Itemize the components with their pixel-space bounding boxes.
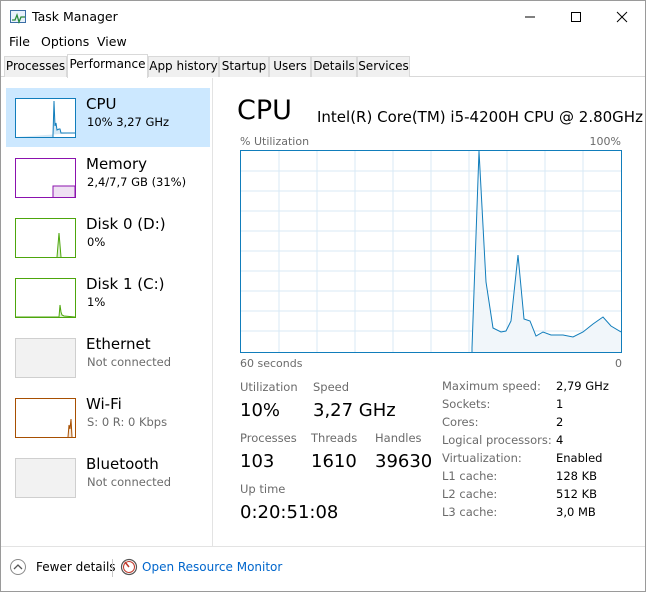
tab-services[interactable]: Services	[357, 56, 410, 77]
sidebar-disk1-sub: 1%	[87, 295, 106, 309]
sidebar-item-disk-1[interactable]: Disk 1 (C:) 1%	[6, 268, 210, 327]
window-title: Task Manager	[32, 9, 118, 24]
utilization-label: Utilization	[240, 380, 298, 394]
handles-label: Handles	[375, 431, 422, 445]
sidebar-ethernet-sub: Not connected	[87, 355, 172, 369]
wifi-mini-graph	[15, 398, 76, 438]
fewer-details-button[interactable]: Fewer details	[36, 560, 116, 574]
graph-x-right-label: 0	[615, 357, 622, 370]
page-title: CPU	[237, 95, 292, 126]
threads-label: Threads	[311, 431, 358, 445]
close-icon	[616, 11, 628, 23]
spec-label-virtualization: Virtualization:	[442, 451, 522, 465]
disk1-mini-graph	[15, 278, 76, 318]
processes-label: Processes	[240, 431, 297, 445]
sidebar-ethernet-title: Ethernet	[86, 335, 151, 353]
tab-processes[interactable]: Processes	[4, 56, 67, 77]
tab-startup[interactable]: Startup	[219, 56, 269, 77]
tab-performance[interactable]: Performance	[67, 54, 148, 78]
minimize-icon	[525, 16, 535, 18]
menu-view[interactable]: View	[97, 34, 127, 49]
maximize-icon	[571, 12, 581, 22]
spec-value-sockets: 1	[556, 397, 564, 411]
sidebar-wifi-sub: S: 0 R: 0 Kbps	[87, 415, 168, 429]
sidebar-cpu-title: CPU	[86, 95, 117, 113]
sidebar-item-cpu[interactable]: CPU 10% 3,27 GHz	[6, 88, 210, 147]
sidebar-cpu-sub: 10% 3,27 GHz	[87, 115, 170, 129]
title-bar[interactable]: Task Manager	[1, 1, 645, 32]
menu-options[interactable]: Options	[41, 34, 89, 49]
spec-value-l3-cache: 3,0 MB	[556, 505, 596, 519]
bluetooth-mini-graph	[15, 458, 76, 498]
cpu-utilization-graph	[240, 150, 622, 353]
spec-value-logical-processors: 4	[556, 433, 564, 447]
threads-value: 1610	[311, 451, 357, 472]
spec-value-virtualization: Enabled	[556, 451, 603, 465]
minimize-button[interactable]	[507, 1, 553, 32]
ethernet-mini-graph	[15, 338, 76, 378]
uptime-value: 0:20:51:08	[240, 502, 339, 523]
sidebar-disk1-title: Disk 1 (C:)	[86, 275, 165, 293]
spec-value-l1-cache: 128 KB	[556, 469, 598, 483]
spec-label-cores: Cores:	[442, 415, 479, 429]
spec-value-l2-cache: 512 KB	[556, 487, 598, 501]
resource-list: CPU 10% 3,27 GHz Memory 2,4/7,7 GB (31%)…	[1, 78, 213, 546]
spec-label-l1-cache: L1 cache:	[442, 469, 498, 483]
maximize-button[interactable]	[553, 1, 599, 32]
spec-label-l3-cache: L3 cache:	[442, 505, 498, 519]
cpu-model-name: Intel(R) Core(TM) i5-4200H CPU @ 2.80GHz	[317, 108, 643, 126]
spec-value-cores: 2	[556, 415, 564, 429]
uptime-label: Up time	[240, 482, 286, 496]
sidebar-item-wifi[interactable]: Wi-Fi S: 0 R: 0 Kbps	[6, 388, 210, 447]
disk0-mini-graph	[15, 218, 76, 258]
speed-label: Speed	[313, 380, 350, 394]
graph-y-max-label: 100%	[589, 135, 621, 148]
cpu-mini-graph	[15, 98, 76, 138]
spec-label-l2-cache: L2 cache:	[442, 487, 498, 501]
tab-details[interactable]: Details	[311, 56, 357, 77]
sidebar-memory-title: Memory	[86, 155, 148, 173]
memory-mini-graph	[15, 158, 76, 198]
sidebar-item-memory[interactable]: Memory 2,4/7,7 GB (31%)	[6, 148, 210, 207]
footer-separator	[112, 559, 113, 577]
graph-x-left-label: 60 seconds	[240, 357, 303, 370]
sidebar-item-ethernet[interactable]: Ethernet Not connected	[6, 328, 210, 387]
menu-bar: File Options View	[1, 32, 645, 52]
task-manager-window: Task Manager File Options View Processes…	[0, 0, 646, 592]
tab-app-history[interactable]: App history	[148, 56, 219, 77]
chevron-up-icon[interactable]	[10, 559, 26, 575]
graph-y-label: % Utilization	[240, 135, 310, 148]
close-button[interactable]	[599, 1, 645, 32]
tab-strip: Processes Performance App history Startu…	[1, 54, 645, 78]
sidebar-memory-sub: 2,4/7,7 GB (31%)	[87, 175, 187, 189]
sidebar-bluetooth-sub: Not connected	[87, 475, 172, 489]
speed-value: 3,27 GHz	[313, 400, 396, 421]
tab-users[interactable]: Users	[269, 56, 311, 77]
sidebar-disk0-sub: 0%	[87, 235, 106, 249]
sidebar-bluetooth-title: Bluetooth	[86, 455, 159, 473]
sidebar-disk0-title: Disk 0 (D:)	[86, 215, 166, 233]
utilization-value: 10%	[240, 400, 281, 421]
spec-label-logical-processors: Logical processors:	[442, 433, 552, 447]
spec-label-max-speed: Maximum speed:	[442, 379, 541, 393]
menu-file[interactable]: File	[9, 34, 30, 49]
resource-monitor-icon[interactable]	[120, 558, 138, 576]
sidebar-item-disk-0[interactable]: Disk 0 (D:) 0%	[6, 208, 210, 267]
task-manager-icon	[10, 10, 26, 24]
handles-value: 39630	[375, 451, 433, 472]
spec-value-max-speed: 2,79 GHz	[556, 379, 609, 393]
sidebar-wifi-title: Wi-Fi	[86, 395, 122, 413]
open-resource-monitor-link[interactable]: Open Resource Monitor	[142, 560, 282, 574]
sidebar-item-bluetooth[interactable]: Bluetooth Not connected	[6, 448, 210, 507]
spec-label-sockets: Sockets:	[442, 397, 491, 411]
footer-bar: Fewer details Open Resource Monitor	[1, 546, 645, 591]
processes-value: 103	[240, 451, 275, 472]
